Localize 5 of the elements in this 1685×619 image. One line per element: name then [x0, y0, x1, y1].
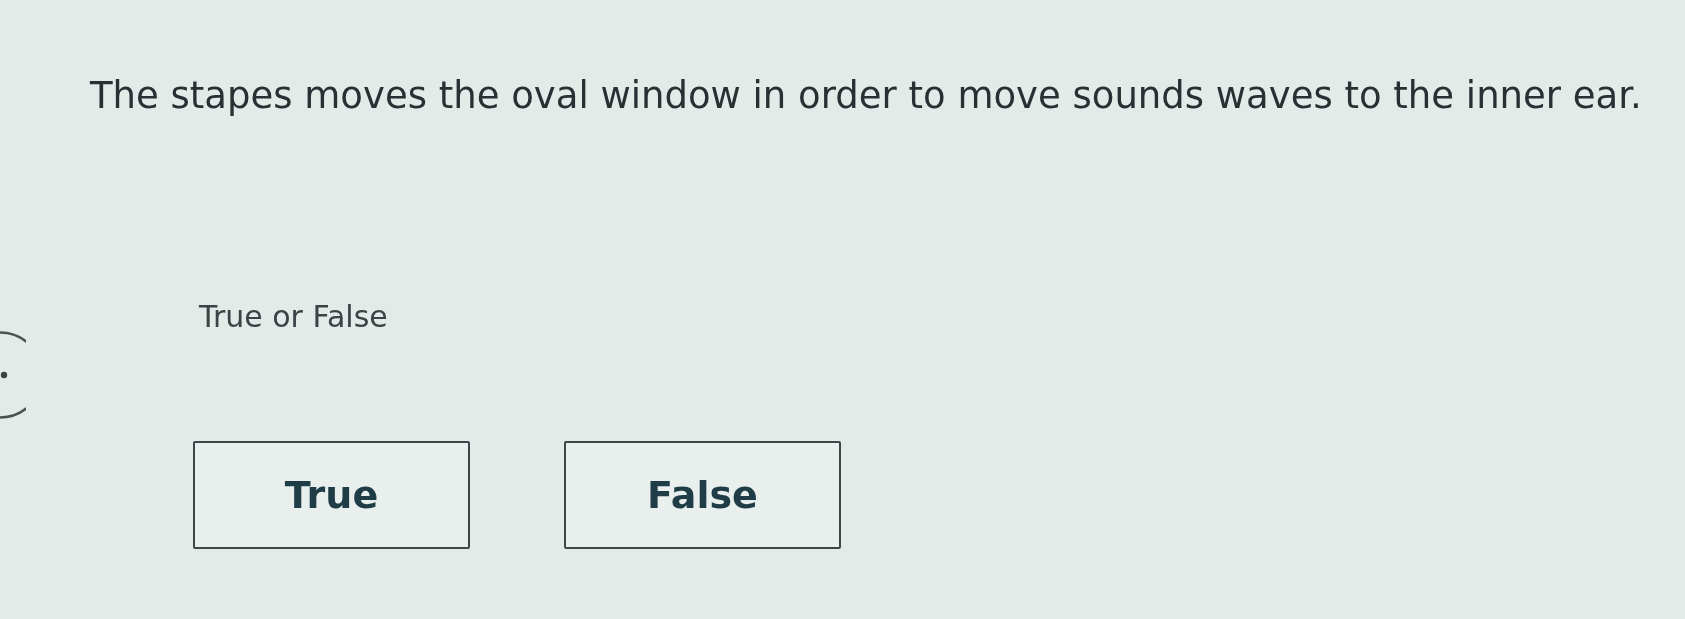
answer-option[interactable]: True [193, 441, 470, 549]
instruction-text: True or False [199, 299, 388, 335]
question-text: The stapes moves the oval window in order to move sounds waves to the inner ear. [90, 73, 1642, 119]
answer-option[interactable]: False [564, 441, 841, 549]
round-button[interactable] [0, 331, 26, 419]
